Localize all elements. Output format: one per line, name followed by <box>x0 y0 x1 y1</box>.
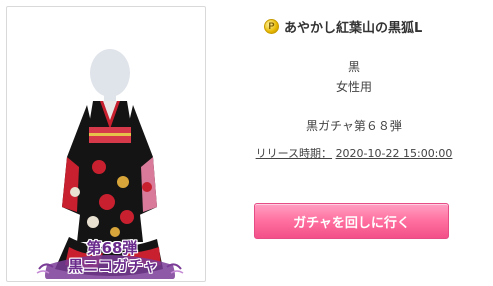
item-title: あやかし紅葉山の黒狐L <box>284 20 423 36</box>
go-to-gacha-button[interactable]: ガチャを回しに行く <box>254 203 449 239</box>
release-value: 2020-10-22 15:00:00 <box>335 147 453 160</box>
release-label: リリース時期： <box>255 147 333 160</box>
item-gender: 女性用 <box>335 80 372 94</box>
premium-coin-icon: P <box>264 18 279 34</box>
item-preview-card: 第68弾 黒ニコガチャ <box>6 6 206 282</box>
item-title-row: P あやかし紅葉山の黒狐L <box>264 16 422 36</box>
item-color: 黒 <box>347 60 360 74</box>
release-date-row: リリース時期： 2020-10-22 15:00:00 <box>254 145 454 161</box>
gacha-badge-name: 黒ニコガチャ <box>68 257 158 275</box>
item-gacha-name: 黒ガチャ第６８弾 <box>306 119 402 133</box>
